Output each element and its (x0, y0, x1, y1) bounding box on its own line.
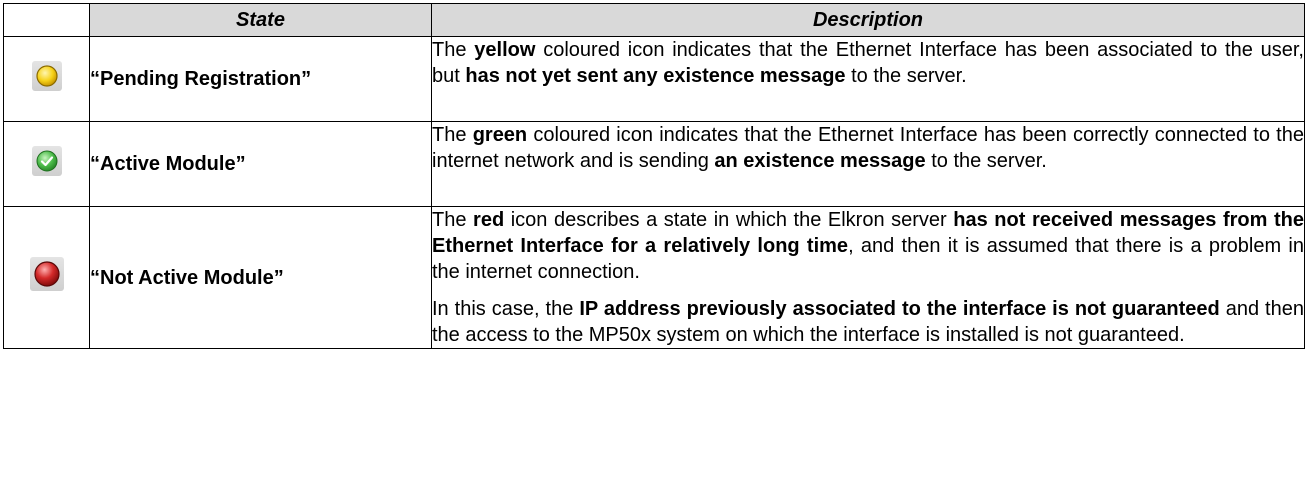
yellow-circle-icon (31, 60, 62, 91)
header-state: State (89, 3, 432, 37)
icon-cell (3, 36, 90, 122)
state-description: The red icon describes a state in which … (431, 206, 1305, 349)
state-label: “Pending Registration” (89, 36, 432, 122)
icon-cell (3, 206, 90, 349)
table-row: “Pending Registration” The yellow colour… (3, 36, 1305, 122)
icon-cell (3, 121, 90, 207)
state-description: The green coloured icon indicates that t… (431, 121, 1305, 207)
header-description: Description (431, 3, 1305, 37)
table-row: “Active Module” The green coloured icon … (3, 121, 1305, 207)
state-description: The yellow coloured icon indicates that … (431, 36, 1305, 122)
green-check-icon (31, 145, 62, 176)
header-row: State Description (3, 3, 1305, 37)
table-row: “Not Active Module” The red icon describ… (3, 206, 1305, 349)
red-circle-icon (29, 257, 64, 291)
state-label: “Not Active Module” (89, 206, 432, 349)
state-label: “Active Module” (89, 121, 432, 207)
header-icon-cell (3, 3, 90, 37)
states-table: State Description “Pending Registration”… (3, 3, 1305, 349)
